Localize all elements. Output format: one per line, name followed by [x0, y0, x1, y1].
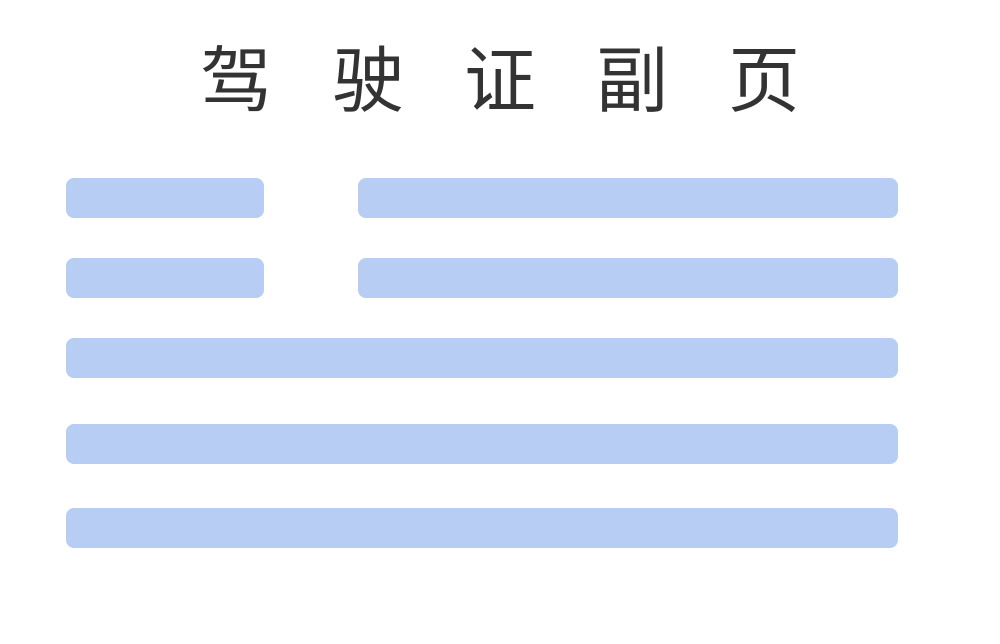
placeholder-bar-row4 [66, 424, 898, 464]
placeholder-bar-row3 [66, 338, 898, 378]
placeholder-bar-row2-value [358, 258, 898, 298]
placeholder-bar-row1-label [66, 178, 264, 218]
placeholder-bar-row1-value [358, 178, 898, 218]
placeholder-bar-row2-label [66, 258, 264, 298]
placeholder-bar-row5 [66, 508, 898, 548]
card-title: 驾驶证副页 [199, 39, 860, 123]
license-card: 驾驶证副页 [0, 0, 1000, 644]
